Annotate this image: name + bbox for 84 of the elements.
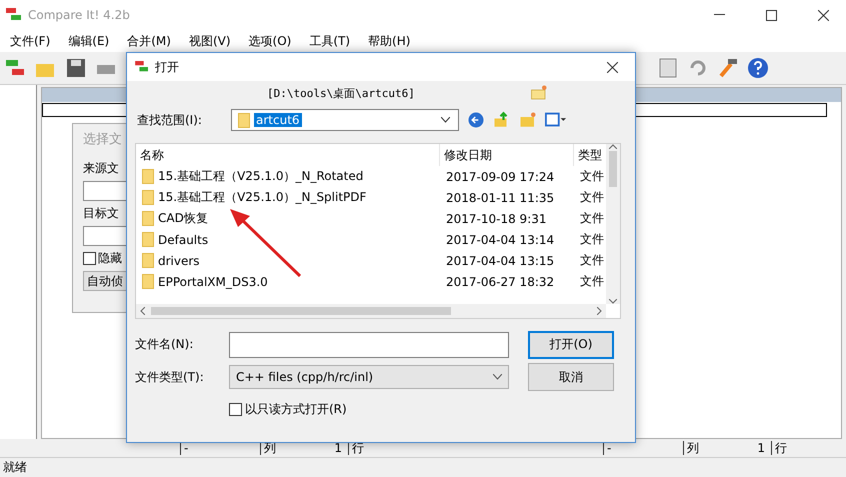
file-date: 2017-04-04 13:15 — [445, 254, 556, 268]
file-name: Defaults — [158, 232, 208, 246]
chevron-up-icon — [609, 144, 617, 149]
file-name: drivers — [158, 254, 200, 268]
checkbox[interactable] — [83, 252, 96, 265]
vertical-scrollbar[interactable] — [606, 144, 620, 304]
chevron-left-icon — [140, 307, 145, 315]
checkbox-label: 以只读方式打开(R) — [245, 400, 347, 418]
file-type-label: 文件类型(T): — [135, 368, 205, 386]
menu-item[interactable]: 合并(M) — [119, 30, 179, 52]
maximize-icon — [766, 10, 776, 20]
menu-item[interactable]: 选项(O) — [240, 30, 300, 52]
field-label: 目标文 — [83, 205, 119, 222]
file-date: 2017-06-27 18:32 — [445, 274, 556, 288]
dialog-title: 选择文 — [83, 131, 123, 148]
file-date: 2017-04-04 13:14 — [445, 232, 556, 246]
checkbox[interactable] — [229, 402, 242, 416]
back-icon[interactable] — [467, 111, 485, 129]
menu-item[interactable]: 视图(V) — [180, 30, 239, 52]
status-field: 列 — [683, 441, 717, 455]
file-type: 文件 — [579, 168, 605, 185]
dialog-title: 打开 — [155, 58, 180, 76]
menu-item[interactable]: 文件(F) — [2, 30, 58, 52]
menu-item[interactable]: 编辑(E) — [60, 30, 118, 52]
folder-icon — [142, 190, 154, 205]
column-number: 1 — [756, 441, 766, 455]
file-name: CAD恢复 — [158, 210, 208, 227]
chevron-down-icon — [609, 299, 617, 304]
file-row[interactable]: 15.基础工程（V25.1.0）_N_Rotated 2017-09-09 17:24 文件 — [136, 166, 606, 187]
chevron-down-icon — [493, 374, 502, 380]
close-icon — [818, 10, 828, 20]
file-row[interactable]: 15.基础工程（V25.1.0）_N_SplitPDF 2018-01-11 11:35 文件 — [136, 187, 606, 208]
file-name-field[interactable] — [229, 332, 509, 358]
file-type-dropdown[interactable]: C++ files (cpp/h/rc/inl) — [229, 365, 509, 389]
open-button[interactable]: 打开(O) — [528, 330, 614, 358]
new-folder-icon[interactable] — [519, 111, 537, 129]
file-row[interactable]: drivers 2017-04-04 13:15 文件 — [136, 250, 606, 271]
file-date: 2017-09-09 17:24 — [445, 170, 556, 184]
file-type: 文件 — [579, 231, 605, 248]
chevron-right-icon — [597, 307, 602, 315]
column-header[interactable]: 名称 — [136, 144, 440, 166]
file-date: 2017-10-18 9:31 — [445, 212, 548, 226]
column-header[interactable]: 修改日期 — [440, 144, 574, 166]
file-date: 2018-01-11 11:35 — [445, 190, 556, 204]
menu-item[interactable]: 工具(T) — [301, 30, 358, 52]
save-icon[interactable] — [64, 56, 88, 80]
folder-icon — [238, 112, 250, 128]
field-label: 来源文 — [83, 160, 119, 177]
file-name-label: 文件名(N): — [135, 336, 194, 353]
folder-star-icon[interactable] — [530, 84, 548, 102]
folder-icon — [142, 232, 154, 247]
checkbox-label: 隐藏 — [98, 250, 122, 267]
help-icon[interactable] — [746, 56, 770, 80]
minimize-icon — [714, 14, 724, 16]
chevron-down-icon — [441, 117, 450, 123]
app-icon — [135, 61, 149, 73]
file-type: 文件 — [579, 252, 605, 269]
close-icon — [606, 62, 618, 72]
folder-icon — [142, 211, 154, 226]
app-icon — [6, 8, 22, 22]
current-path: [D:\tools\桌面\artcut6] — [267, 86, 415, 100]
column-number: 1 — [333, 441, 343, 455]
file-type: 文件 — [579, 273, 605, 290]
file-name: 15.基础工程（V25.1.0）_N_SplitPDF — [158, 189, 366, 206]
menu-item[interactable]: 帮助(H) — [360, 30, 418, 52]
folder-icon — [142, 274, 154, 289]
look-in-dropdown[interactable]: artcut6 — [231, 109, 459, 131]
file-row[interactable]: EPPortalXM_DS3.0 2017-06-27 18:32 文件 — [136, 271, 606, 292]
scroll-thumb[interactable] — [151, 307, 451, 315]
file-row[interactable]: Defaults 2017-04-04 13:14 文件 — [136, 229, 606, 250]
look-in-label: 查找范围(I): — [137, 112, 203, 128]
status-text: 就绪 — [3, 459, 27, 476]
status-field: 行 — [771, 441, 805, 455]
cancel-button[interactable]: 取消 — [528, 363, 614, 391]
file-name: EPPortalXM_DS3.0 — [158, 274, 268, 288]
file-type: 文件 — [579, 189, 605, 206]
horizontal-scrollbar[interactable] — [136, 304, 606, 318]
file-name: 15.基础工程（V25.1.0）_N_Rotated — [158, 168, 364, 185]
file-row[interactable]: CAD恢复 2017-10-18 9:31 文件 — [136, 208, 606, 229]
scroll-thumb[interactable] — [609, 151, 617, 187]
folder-icon — [142, 253, 154, 268]
file-type: 文件 — [579, 210, 605, 227]
window-title: Compare It! 4.2b — [28, 8, 131, 22]
folder-icon — [142, 169, 154, 184]
